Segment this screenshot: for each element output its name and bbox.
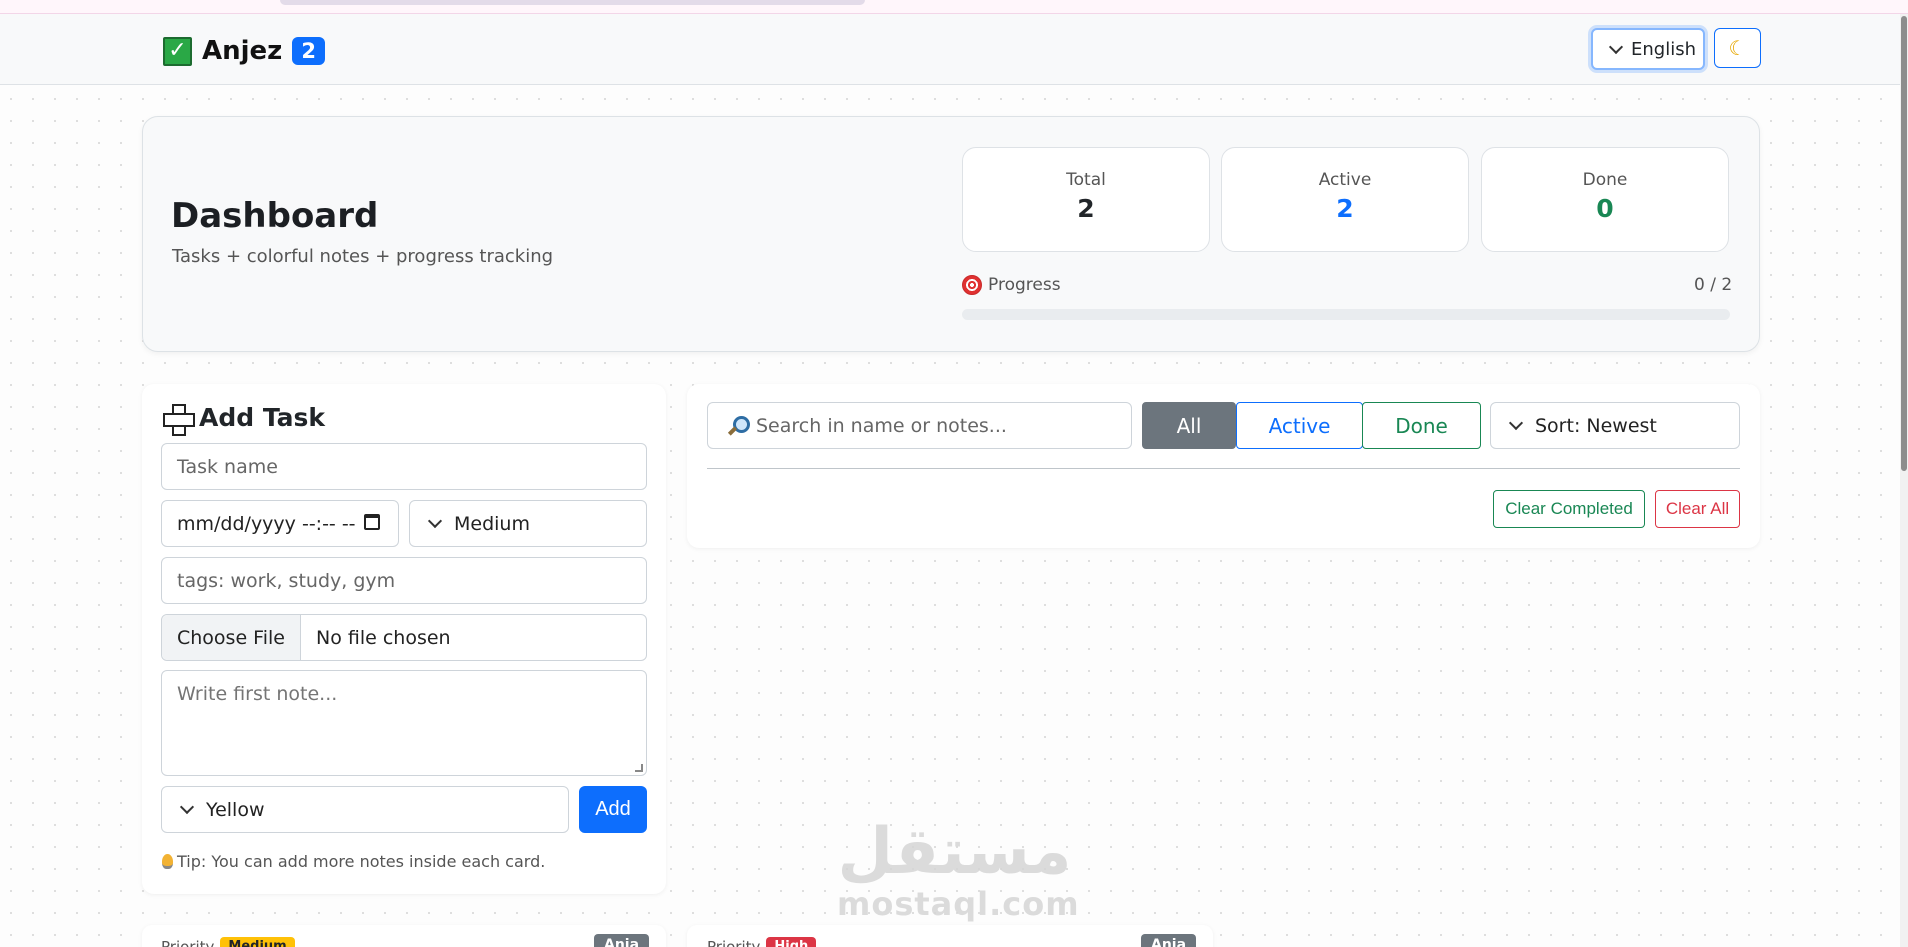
stat-active: Active 2 — [1221, 147, 1469, 252]
brand[interactable]: ✓ Anjez 2 — [163, 36, 325, 66]
sort-value: Sort: Newest — [1535, 414, 1657, 437]
search-icon — [726, 415, 750, 437]
chevron-down-icon — [1608, 39, 1624, 54]
stat-done: Done 0 — [1481, 147, 1729, 252]
chevron-down-icon — [179, 799, 195, 815]
task-name-input[interactable]: Task name — [161, 443, 647, 490]
task-name-placeholder: Task name — [177, 455, 278, 478]
plus-icon — [163, 403, 195, 436]
note-color-value: Yellow — [206, 798, 265, 821]
task-priority-label: Priority — [707, 937, 761, 947]
chevron-down-icon — [1508, 415, 1524, 431]
add-task-title: Add Task — [163, 403, 326, 436]
tags-placeholder: tags: work, study, gym — [177, 569, 396, 592]
stat-done-value: 0 — [1596, 194, 1614, 223]
top-strip-pill — [280, 0, 865, 5]
due-datetime-input[interactable]: mm/dd/yyyy --:-- -- — [161, 500, 399, 547]
watermark-arabic: مستقل — [837, 815, 1072, 889]
priority-select[interactable]: Medium — [409, 500, 647, 547]
priority-badge: High — [766, 937, 817, 947]
tags-input[interactable]: tags: work, study, gym — [161, 557, 647, 604]
search-placeholder: Search in name or notes... — [756, 414, 1007, 437]
page-subtitle: Tasks + colorful notes + progress tracki… — [172, 246, 554, 267]
task-tag: Anja — [1141, 934, 1197, 947]
filter-done-button[interactable]: Done — [1362, 402, 1481, 449]
filter-all-button[interactable]: All — [1142, 402, 1236, 449]
watermark-latin: mostaql.com — [837, 885, 1080, 923]
scrollbar-thumb[interactable] — [1901, 16, 1907, 471]
file-input[interactable]: Choose File No file chosen — [161, 614, 647, 661]
stat-total: Total 2 — [962, 147, 1210, 252]
brand-name: Anjez — [202, 36, 283, 66]
note-color-select[interactable]: Yellow — [161, 786, 569, 833]
task-priority-label: Priority — [161, 937, 215, 947]
calendar-icon[interactable] — [364, 514, 380, 530]
task-tag: Anja — [594, 934, 650, 947]
priority-value: Medium — [454, 512, 530, 535]
language-select[interactable]: English — [1591, 28, 1705, 70]
chevron-down-icon — [427, 513, 443, 529]
tip-text-content: Tip: You can add more notes inside each … — [177, 852, 546, 871]
first-note-textarea[interactable] — [161, 670, 647, 776]
add-task-title-text: Add Task — [199, 403, 326, 432]
language-value: English — [1631, 38, 1696, 60]
progress-bar — [962, 309, 1730, 320]
choose-file-button[interactable]: Choose File — [162, 615, 301, 660]
clear-completed-button[interactable]: Clear Completed — [1493, 490, 1645, 528]
clear-all-button[interactable]: Clear All — [1655, 490, 1740, 528]
add-button[interactable]: Add — [579, 786, 647, 833]
moon-icon: ☾ — [1728, 37, 1747, 60]
task-count-badge: 2 — [292, 37, 325, 65]
task-priority: Priority Medium — [161, 937, 295, 947]
progress-label: Progress — [962, 275, 1061, 295]
stat-total-value: 2 — [1077, 194, 1095, 223]
stat-active-label: Active — [1318, 170, 1372, 190]
stat-total-label: Total — [1066, 170, 1106, 190]
stat-done-label: Done — [1582, 170, 1628, 190]
check-mark-icon: ✓ — [163, 36, 192, 66]
progress-count: 0 / 2 — [1694, 275, 1733, 295]
resize-handle-icon[interactable] — [635, 764, 643, 772]
progress-label-text: Progress — [988, 275, 1061, 295]
page-title: Dashboard — [171, 196, 379, 236]
theme-toggle-button[interactable]: ☾ — [1714, 28, 1761, 68]
filter-active-button[interactable]: Active — [1236, 402, 1363, 449]
watermark: مستقل mostaql.com — [837, 815, 1080, 923]
sort-select[interactable]: Sort: Newest — [1490, 402, 1740, 449]
tip-text: Tip: You can add more notes inside each … — [162, 852, 545, 871]
browser-top-strip — [0, 0, 1908, 14]
lightbulb-icon — [162, 854, 173, 869]
search-input[interactable]: Search in name or notes... — [707, 402, 1132, 449]
target-icon — [962, 275, 982, 295]
due-datetime-placeholder: mm/dd/yyyy --:-- -- — [177, 512, 356, 535]
task-priority: Priority High — [707, 937, 817, 947]
first-note-input[interactable] — [177, 671, 646, 775]
priority-badge: Medium — [220, 937, 295, 947]
file-status: No file chosen — [315, 626, 451, 649]
stat-active-value: 2 — [1336, 194, 1354, 223]
divider — [707, 468, 1740, 469]
